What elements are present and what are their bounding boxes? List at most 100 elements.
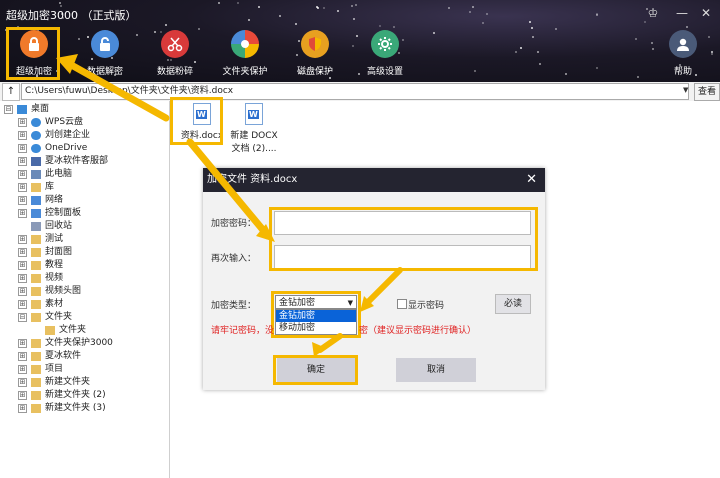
tree-item[interactable]: ⊞ 控制面板 xyxy=(18,207,81,220)
star-decoration xyxy=(565,73,568,76)
tree-item[interactable]: ⊞ 此电脑 xyxy=(18,168,72,181)
tree-expander-icon[interactable]: ⊞ xyxy=(18,144,27,153)
tree-expander-icon[interactable]: ⊞ xyxy=(18,248,27,257)
tree-expander-icon[interactable]: ⊞ xyxy=(18,209,27,218)
close-button[interactable]: ✕ xyxy=(698,6,714,20)
tree-expander-icon[interactable]: ⊞ xyxy=(18,365,27,374)
path-input[interactable]: C:\Users\fuwu\Desktop\文件夹\文件夹\资料.docx xyxy=(21,83,689,100)
tree-item[interactable]: ⊞ 素材 xyxy=(18,298,63,311)
chevron-down-icon[interactable]: ▼ xyxy=(683,83,692,98)
user-icon xyxy=(669,30,697,58)
folder-protect-icon xyxy=(231,30,259,58)
tree-item[interactable]: ⊞ 文件夹保护3000 xyxy=(18,337,113,350)
star-decoration xyxy=(336,10,339,12)
tree-item-label: WPS云盘 xyxy=(45,117,84,127)
tool-help[interactable]: 帮助 xyxy=(650,30,716,77)
tool-advanced-settings[interactable]: 高级设置 xyxy=(352,30,418,77)
tree-item-label: 新建文件夹 xyxy=(45,377,91,387)
star-decoration xyxy=(258,6,261,9)
star-decoration xyxy=(294,22,297,25)
star-decoration xyxy=(378,25,381,28)
folder-icon xyxy=(31,287,41,296)
cloud-icon xyxy=(31,144,41,153)
must-read-button[interactable]: 必读 xyxy=(495,294,531,314)
star-decoration xyxy=(350,5,353,8)
tree-item-label: 视频头图 xyxy=(45,286,82,296)
star-decoration xyxy=(468,10,471,13)
folder-icon xyxy=(31,300,41,309)
show-password-checkbox[interactable] xyxy=(397,299,407,309)
tree-item[interactable]: 回收站 xyxy=(18,220,72,233)
tree-expander-icon[interactable]: ⊞ xyxy=(18,118,27,127)
tree-expander-icon[interactable]: ⊞ xyxy=(18,404,27,413)
tree-expander-icon[interactable]: ⊞ xyxy=(18,183,27,192)
tree-item[interactable]: ⊞ OneDrive xyxy=(18,142,87,155)
star-decoration xyxy=(329,77,332,80)
tool-shred[interactable]: 数据粉碎 xyxy=(142,30,208,77)
tree-item[interactable]: ⊞ 教程 xyxy=(18,259,63,272)
view-button[interactable]: 查看 xyxy=(694,83,720,101)
tree-item[interactable]: ⊞ 库 xyxy=(18,181,54,194)
dialog-title: 加密文件 资料.docx xyxy=(207,174,298,185)
star-decoration xyxy=(519,47,522,50)
dialog-title-bar: 加密文件 资料.docx ✕ xyxy=(203,168,545,192)
tree-expander-icon[interactable]: ⊞ xyxy=(18,170,27,179)
tree-item[interactable]: ⊞ 项目 xyxy=(18,363,63,376)
tree-item-label: OneDrive xyxy=(45,143,88,153)
tree-item[interactable]: ⊞ WPS云盘 xyxy=(18,116,83,129)
tree-item[interactable]: ⊞ 新建文件夹 (2) xyxy=(18,389,106,402)
tree-item[interactable]: ⊟ 文件夹 xyxy=(18,311,72,324)
tree-expander-icon[interactable]: ⊞ xyxy=(18,352,27,361)
minimize-button[interactable]: — xyxy=(674,6,690,20)
tree-item[interactable]: ⊞ 刘创建企业 xyxy=(18,129,90,142)
tree-item-label: 控制面板 xyxy=(45,208,82,218)
tree-item[interactable]: ⊞ 测试 xyxy=(18,233,63,246)
tool-disk-protect[interactable]: 磁盘保护 xyxy=(282,30,348,77)
tree-item[interactable]: ⊞ 视频头图 xyxy=(18,285,81,298)
tree-expander-icon[interactable]: ⊞ xyxy=(18,287,27,296)
tree-item[interactable]: ⊟ 桌面 xyxy=(4,103,49,116)
tree-item[interactable]: ⊞ 封面图 xyxy=(18,246,72,259)
star-decoration xyxy=(353,18,356,21)
tree-expander-icon[interactable]: ⊞ xyxy=(18,235,27,244)
tree-item[interactable]: ⊞ 新建文件夹 (3) xyxy=(18,402,106,415)
tree-expander-icon[interactable]: ⊞ xyxy=(18,196,27,205)
file-item[interactable]: 新建 DOCX 文档 (2).... xyxy=(224,103,284,154)
tool-folder-protect[interactable]: 文件夹保护 xyxy=(212,30,278,77)
highlight-box-encrypt-type xyxy=(271,291,361,338)
folder-icon xyxy=(31,313,41,322)
dialog-close-icon[interactable]: ✕ xyxy=(526,168,537,192)
warning-text-right: 密（建议显示密码进行确认） xyxy=(359,326,477,336)
tree-expander-icon[interactable]: ⊞ xyxy=(18,274,27,283)
cancel-button[interactable]: 取消 xyxy=(396,358,476,382)
tree-item-label: 新建文件夹 (2) xyxy=(45,390,106,400)
folder-icon xyxy=(45,326,55,335)
tree-item[interactable]: ⊞ 夏冰软件 xyxy=(18,350,81,363)
highlight-box-ok xyxy=(273,355,358,385)
tree-expander-icon[interactable]: ⊞ xyxy=(18,131,27,140)
up-button[interactable]: ↑ xyxy=(2,83,20,101)
tree-expander-icon[interactable]: ⊞ xyxy=(18,378,27,387)
star-decoration xyxy=(165,23,168,26)
tree-expander-icon[interactable]: ⊟ xyxy=(18,313,27,322)
tree-item-label: 夏冰软件客服部 xyxy=(45,156,109,166)
tree-expander-icon[interactable]: ⊞ xyxy=(18,300,27,309)
tree-item-label: 桌面 xyxy=(31,104,50,114)
tree-item[interactable]: ⊞ 视频 xyxy=(18,272,63,285)
tree-item-label: 文件夹 xyxy=(59,325,87,335)
tree-expander-icon[interactable]: ⊞ xyxy=(18,339,27,348)
highlight-box-tool xyxy=(6,27,60,80)
tool-decrypt[interactable]: 数据解密 xyxy=(72,30,138,77)
tree-expander-icon[interactable]: ⊟ xyxy=(4,105,13,114)
tree-item[interactable]: ⊞ 新建文件夹 xyxy=(18,376,90,389)
tree-item[interactable]: ⊞ 夏冰软件客服部 xyxy=(18,155,108,168)
tree-item-label: 视频 xyxy=(45,273,64,283)
skin-icon[interactable]: ♔ xyxy=(645,6,661,20)
confirm-password-label: 再次输入： xyxy=(211,254,257,264)
tree-expander-icon[interactable]: ⊞ xyxy=(18,261,27,270)
tree-expander-icon[interactable]: ⊞ xyxy=(18,157,27,166)
tree-item[interactable]: ⊞ 网络 xyxy=(18,194,63,207)
tree-expander-icon[interactable]: ⊞ xyxy=(18,391,27,400)
tree-item[interactable]: 文件夹 xyxy=(32,324,86,337)
gear-icon xyxy=(371,30,399,58)
